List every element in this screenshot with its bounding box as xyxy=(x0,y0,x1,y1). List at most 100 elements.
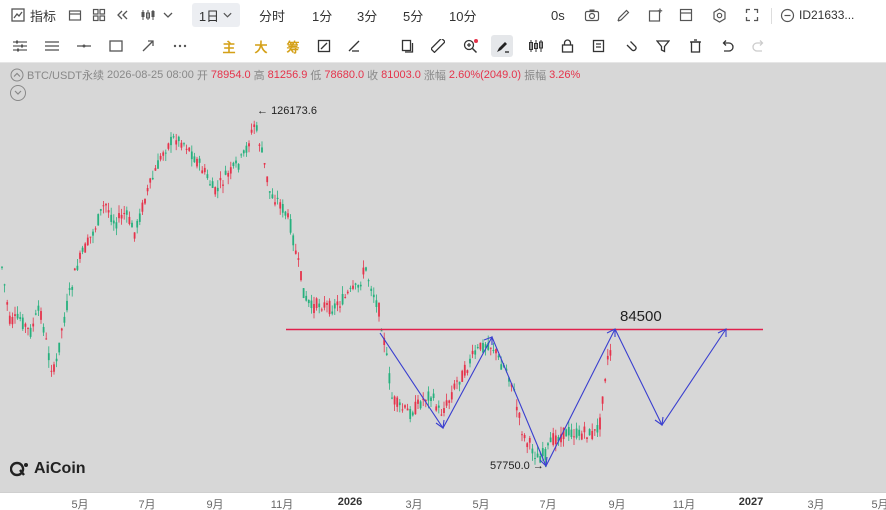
candle-body xyxy=(185,148,188,150)
account-id: ID21633... xyxy=(799,8,855,22)
candle-body xyxy=(570,429,573,438)
screenshot-button[interactable] xyxy=(584,3,600,27)
candle-body xyxy=(448,400,451,403)
candle-body xyxy=(419,401,422,409)
copy-tool[interactable] xyxy=(396,35,418,57)
candle-body xyxy=(414,401,417,415)
measure-tool[interactable] xyxy=(343,35,365,57)
fullscreen-small-button[interactable] xyxy=(679,3,693,27)
interval-label: 1分 xyxy=(312,8,333,24)
copy-icon xyxy=(401,39,413,53)
candle-body xyxy=(37,305,40,311)
x-tick: 11月 xyxy=(270,499,294,510)
trend-line-tool[interactable] xyxy=(137,35,159,57)
candle-body xyxy=(567,426,570,436)
candle-body xyxy=(183,143,185,145)
x-tick: 3月 xyxy=(405,499,423,510)
add-window-button[interactable] xyxy=(648,3,663,27)
chip-toggle[interactable]: 筹 xyxy=(282,35,304,57)
interval-5m[interactable]: 5分 xyxy=(403,3,423,27)
replay-button[interactable] xyxy=(115,3,131,27)
chart-canvas[interactable]: BTC/USDT永续 2026-08-25 08:00 开 78954.0 高 81… xyxy=(0,63,886,492)
lock-tool[interactable] xyxy=(556,35,578,57)
redo-button[interactable] xyxy=(748,35,770,57)
candle-body xyxy=(549,437,552,443)
interval-label: 5分 xyxy=(403,8,424,24)
zoom-icon xyxy=(463,38,478,53)
zoom-tool[interactable] xyxy=(459,35,481,57)
template-tool[interactable] xyxy=(588,35,610,57)
list-icon xyxy=(45,41,59,51)
account-button[interactable]: ID21633... xyxy=(780,3,854,27)
undo-button[interactable] xyxy=(716,35,738,57)
grid-layout-button[interactable] xyxy=(92,3,106,27)
sub-chart-toggle[interactable]: 大 xyxy=(250,35,272,57)
low-marker: 57750.0 → xyxy=(490,460,544,472)
candle-body xyxy=(40,311,42,320)
candle-body xyxy=(588,429,591,436)
candle-body xyxy=(349,287,352,289)
candle-body xyxy=(224,170,227,175)
candle-tool[interactable] xyxy=(524,35,546,57)
candle-body xyxy=(157,160,159,169)
candle-body xyxy=(115,222,118,229)
candle-body xyxy=(474,350,477,355)
delete-tool[interactable] xyxy=(684,35,706,57)
menu-tool[interactable] xyxy=(9,35,31,57)
filter-tool[interactable] xyxy=(652,35,674,57)
x-axis: 5月 7月 9月 11月 2026 3月 5月 7月 9月 11月 2027 3… xyxy=(0,492,886,510)
candle-body xyxy=(552,433,555,445)
candle-body xyxy=(302,288,305,298)
interval-timeline[interactable]: 分时 xyxy=(259,3,285,27)
interval-10m[interactable]: 10分 xyxy=(449,3,476,27)
arrow-diagonal-icon xyxy=(142,40,154,52)
candle-body xyxy=(318,303,321,308)
list-tool[interactable] xyxy=(41,35,63,57)
candle-body xyxy=(528,438,531,443)
candle-body xyxy=(14,314,16,316)
interval-1m[interactable]: 1分 xyxy=(312,3,332,27)
candle-body xyxy=(336,301,339,306)
compare-tool[interactable] xyxy=(313,35,335,57)
candle-body xyxy=(435,406,438,411)
magnet-tool[interactable] xyxy=(620,35,642,57)
candle-body xyxy=(401,409,404,411)
candle-body xyxy=(27,327,29,329)
candle-body xyxy=(201,170,204,174)
candle-body xyxy=(586,437,588,439)
link-icon xyxy=(780,8,795,22)
aicoin-logo-icon xyxy=(10,461,28,477)
horizontal-line-tool[interactable] xyxy=(73,35,95,57)
ruler-tool[interactable] xyxy=(427,35,449,57)
brush-tool[interactable] xyxy=(491,35,513,57)
indicator-button[interactable]: 指标 xyxy=(10,3,56,27)
candle-body xyxy=(601,396,604,404)
candle-body xyxy=(112,220,115,224)
filter-icon xyxy=(656,40,670,53)
candle-body xyxy=(391,397,393,399)
ruler-icon xyxy=(431,39,445,53)
interval-selected-label: 1日 xyxy=(198,8,220,24)
countdown-button[interactable]: 0s xyxy=(551,3,565,27)
draw-button[interactable] xyxy=(616,3,631,27)
candle-body xyxy=(118,213,120,219)
candle-body xyxy=(198,158,201,163)
candle-body xyxy=(266,176,269,183)
layout-button[interactable] xyxy=(68,3,82,27)
high-marker: ← 126173.6 xyxy=(257,105,317,117)
chart-type-button[interactable] xyxy=(140,3,174,27)
candle-body xyxy=(120,214,123,219)
fullscreen-button[interactable] xyxy=(745,3,759,27)
settings-button[interactable] xyxy=(712,3,727,27)
logo-text: AiCoin xyxy=(34,460,86,477)
candle-body xyxy=(73,268,76,271)
main-chart-toggle[interactable]: 主 xyxy=(218,35,240,57)
interval-select[interactable]: 1日 xyxy=(192,3,240,27)
candle-body xyxy=(211,181,214,189)
rectangle-tool[interactable] xyxy=(105,35,127,57)
more-tools[interactable] xyxy=(169,35,191,57)
trash-icon xyxy=(689,39,701,53)
candle-body xyxy=(417,399,419,404)
candle-body xyxy=(89,236,92,238)
interval-3m[interactable]: 3分 xyxy=(357,3,377,27)
